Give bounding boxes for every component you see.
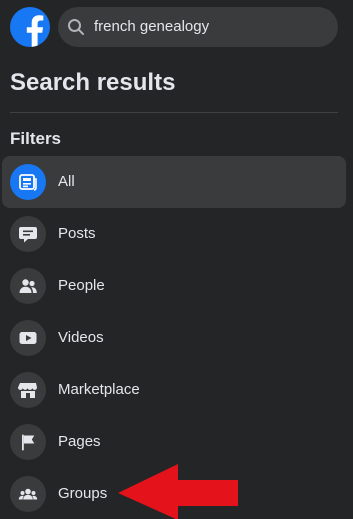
divider [10, 112, 338, 113]
facebook-f-icon [26, 15, 44, 47]
video-play-icon [10, 320, 46, 356]
filter-item-people[interactable]: People [2, 260, 346, 312]
people-icon [10, 268, 46, 304]
search-query-text: french genealogy [94, 18, 210, 35]
search-results-panel: french genealogy Search results Filters … [0, 0, 353, 519]
top-bar: french genealogy [0, 0, 353, 56]
filter-item-pages[interactable]: Pages [2, 416, 346, 468]
filter-item-marketplace[interactable]: Marketplace [2, 364, 346, 416]
filter-label-videos: Videos [58, 329, 104, 346]
news-feed-icon [10, 164, 46, 200]
groups-icon [10, 476, 46, 512]
filter-label-marketplace: Marketplace [58, 381, 140, 398]
filter-label-all: All [58, 173, 75, 190]
filter-label-people: People [58, 277, 105, 294]
red-arrow-annotation [118, 464, 238, 519]
speech-bubble-icon [10, 216, 46, 252]
filter-item-videos[interactable]: Videos [2, 312, 346, 364]
page-title: Search results [10, 69, 176, 96]
filter-item-all[interactable]: All [2, 156, 346, 208]
filter-label-pages: Pages [58, 433, 101, 450]
search-icon [68, 19, 84, 35]
search-input[interactable]: french genealogy [58, 7, 338, 47]
flag-icon [10, 424, 46, 460]
storefront-icon [10, 372, 46, 408]
facebook-logo[interactable] [10, 7, 50, 47]
filters-heading: Filters [10, 129, 62, 148]
filter-label-groups: Groups [58, 485, 108, 502]
filter-label-posts: Posts [58, 225, 96, 242]
filter-item-posts[interactable]: Posts [2, 208, 346, 260]
